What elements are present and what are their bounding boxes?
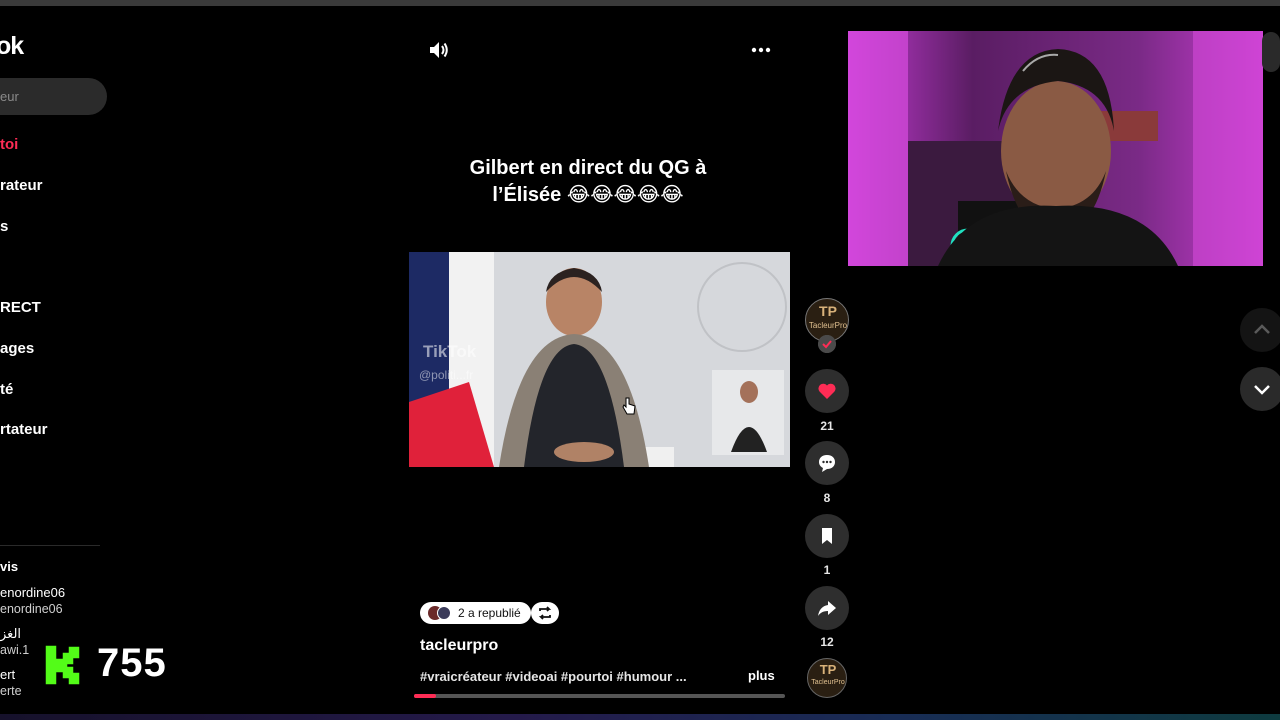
nav-item-for-you[interactable]: toi — [0, 136, 18, 153]
comment-count: 8 — [823, 491, 831, 505]
comment-button[interactable] — [805, 441, 849, 485]
like-button[interactable] — [805, 369, 849, 413]
disc-label: TacleurPro — [811, 679, 845, 686]
repost-indicator[interactable]: 2 a republié — [420, 602, 531, 624]
repost-button[interactable] — [531, 602, 559, 624]
friend-item[interactable]: ert erte — [0, 667, 22, 699]
video-handle-watermark: @politi...fr — [419, 368, 474, 382]
chevron-down-icon — [1254, 385, 1270, 395]
share-button[interactable] — [805, 586, 849, 630]
video-watermark: TikTok — [423, 342, 477, 361]
video-progress-fill — [414, 694, 437, 698]
taskbar-glow — [0, 714, 1280, 720]
share-arrow-icon — [818, 601, 836, 616]
more-options-icon[interactable] — [750, 40, 772, 60]
nav-item-following[interactable]: s — [0, 218, 8, 235]
streamer-webcam — [848, 31, 1263, 266]
caption-line: l’Élisée 😂😂😂😂😂 — [492, 184, 684, 206]
kick-viewer-count: 755 — [97, 641, 167, 685]
nav-item-explore[interactable]: rateur — [0, 177, 43, 194]
friend-handle: enordine06 — [0, 602, 63, 616]
volume-icon[interactable] — [428, 40, 450, 60]
sidebar-divider — [0, 545, 100, 546]
friend-item[interactable]: enordine06 enordine06 — [0, 585, 65, 617]
cursor-hand-icon — [622, 397, 636, 415]
previous-video-button[interactable] — [1240, 308, 1280, 352]
save-count: 1 — [823, 563, 831, 577]
video-caption: Gilbert en direct du QG à l’Élisée 😂😂😂😂😂 — [410, 155, 766, 209]
like-count: 21 — [820, 419, 834, 433]
video-player[interactable]: TikTok @politi...fr — [409, 252, 790, 467]
friend-name: ert — [0, 667, 16, 682]
video-progress-bar[interactable] — [414, 694, 785, 698]
scrollbar-thumb[interactable] — [1262, 32, 1280, 72]
friend-name: enordine06 — [0, 585, 66, 600]
share-count: 12 — [820, 635, 834, 649]
author-username[interactable]: tacleurpro — [420, 637, 498, 655]
nav-item-live[interactable]: RECT — [0, 299, 41, 316]
tiktok-logo[interactable]: ok — [0, 32, 24, 61]
friend-handle: awi.1 — [0, 643, 30, 657]
repost-label: 2 a republié — [458, 606, 521, 620]
see-more-button[interactable]: plus — [748, 668, 775, 683]
friend-name: الغز — [0, 626, 22, 641]
followed-check-icon[interactable] — [818, 335, 836, 353]
window-top-bar — [0, 0, 1280, 6]
nav-item-upload[interactable]: rtateur — [0, 421, 48, 438]
save-button[interactable] — [805, 514, 849, 558]
reposter-avatar — [437, 606, 451, 620]
disc-monogram: TP — [819, 662, 837, 677]
nav-item-activity[interactable]: té — [0, 381, 13, 398]
comment-icon — [819, 455, 835, 472]
friends-heading: vis — [0, 559, 19, 574]
friend-item[interactable]: الغز awi.1 — [0, 626, 29, 658]
sound-disc-avatar[interactable]: TP TacleurPro — [807, 658, 847, 698]
heart-icon — [818, 383, 836, 399]
nav-item-messages[interactable]: ages — [0, 340, 34, 357]
avatar-label: TacleurPro — [808, 321, 848, 330]
chevron-up-icon — [1254, 324, 1270, 334]
hashtags[interactable]: #vraicréateur #videoai #pourtoi #humour … — [420, 669, 687, 684]
bookmark-icon — [822, 528, 832, 544]
search-input[interactable]: eur — [0, 78, 107, 115]
repost-icon — [538, 606, 552, 620]
avatar-monogram: TP — [819, 303, 837, 319]
next-video-button[interactable] — [1240, 367, 1280, 411]
search-placeholder: eur — [0, 89, 19, 104]
friend-handle: erte — [0, 684, 22, 698]
kick-logo-icon — [44, 644, 81, 686]
caption-line: Gilbert en direct du QG à — [469, 157, 707, 179]
